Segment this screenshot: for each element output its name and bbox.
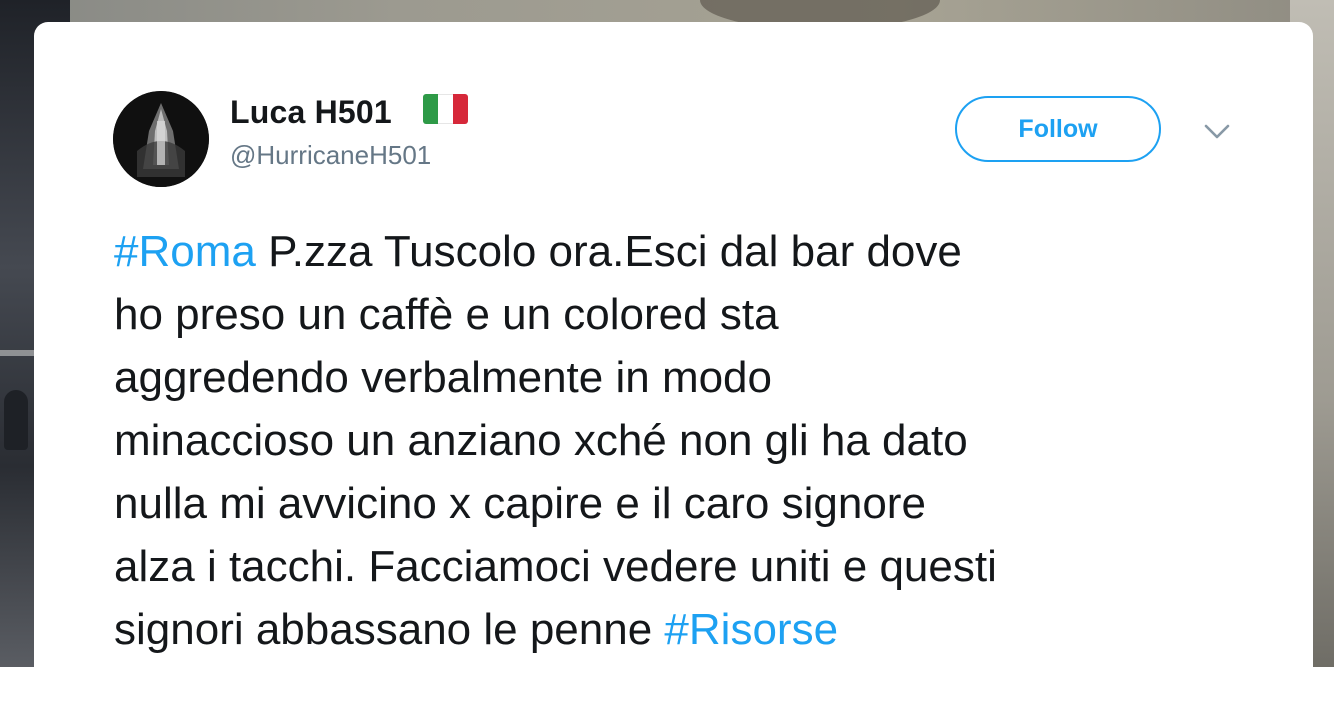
follow-button[interactable]: Follow: [955, 96, 1161, 162]
tweet-line: signori abbassano le penne #Risorse: [114, 598, 1264, 661]
avatar[interactable]: [113, 91, 209, 187]
avatar-image: [113, 91, 209, 187]
flag-stripe-white: [438, 94, 453, 124]
tweet-text-segment: signori abbassano le penne: [114, 605, 665, 654]
display-name[interactable]: Luca H501: [230, 94, 392, 131]
tweet-line: #Roma P.zza Tuscolo ora.Esci dal bar dov…: [114, 220, 1264, 283]
flag-stripe-red: [453, 94, 468, 124]
background-shape: [0, 350, 34, 356]
background-figure: [4, 390, 28, 450]
user-handle[interactable]: @HurricaneH501: [230, 140, 431, 171]
chevron-down-icon[interactable]: [1202, 120, 1232, 144]
tweet-line: minaccioso un anziano xché non gli ha da…: [114, 409, 1264, 472]
hashtag-link[interactable]: #Risorse: [664, 605, 838, 654]
tweet-line: nulla mi avvicino x capire e il caro sig…: [114, 472, 1264, 535]
tweet-card: Luca H501 @HurricaneH501 Follow #Roma P.…: [34, 22, 1313, 722]
hashtag-link[interactable]: #Roma: [114, 227, 256, 276]
tweet-text-segment: nulla mi avvicino x capire e il caro sig…: [114, 479, 926, 528]
tweet-text-segment: aggredendo verbalmente in modo: [114, 353, 773, 402]
tweet-text: #Roma P.zza Tuscolo ora.Esci dal bar dov…: [114, 220, 1264, 661]
italy-flag-icon: [423, 94, 468, 124]
tweet-text-segment: ho preso un caffè e un colored sta: [114, 290, 779, 339]
flag-stripe-green: [423, 94, 438, 124]
tweet-line: alza i tacchi. Facciamoci vedere uniti e…: [114, 535, 1264, 598]
tweet-line: aggredendo verbalmente in modo: [114, 346, 1264, 409]
tweet-text-segment: alza i tacchi. Facciamoci vedere uniti e…: [114, 542, 997, 591]
tweet-text-segment: P.zza Tuscolo ora.Esci dal bar dove: [255, 227, 962, 276]
tweet-text-segment: minaccioso un anziano xché non gli ha da…: [114, 416, 968, 465]
tweet-line: ho preso un caffè e un colored sta: [114, 283, 1264, 346]
